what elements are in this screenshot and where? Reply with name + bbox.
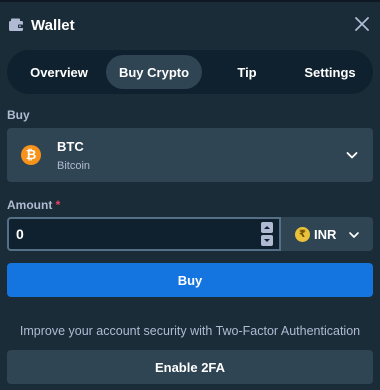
chevron-down-icon (348, 228, 360, 240)
tab-settings[interactable]: Settings (292, 55, 368, 89)
rupee-icon: ₹ (295, 226, 310, 242)
tab-overview[interactable]: Overview (12, 55, 106, 89)
tab-overview-label: Overview (30, 64, 88, 80)
coin-name: Bitcoin (57, 159, 91, 172)
wallet-icon (8, 17, 24, 33)
coin-select[interactable]: ₿ BTC Bitcoin (7, 128, 373, 182)
amount-label-text: Amount (7, 198, 53, 212)
close-icon[interactable] (354, 16, 370, 32)
amount-stepper (261, 222, 273, 246)
amount-input[interactable] (7, 217, 281, 251)
decrement-button[interactable] (261, 235, 273, 246)
coin-code: BTC (57, 138, 84, 154)
wallet-tabs: Overview Buy Crypto Tip Settings (7, 50, 373, 94)
bitcoin-icon: ₿ (21, 145, 41, 165)
tab-tip[interactable]: Tip (202, 55, 292, 89)
tab-buy-crypto[interactable]: Buy Crypto (106, 55, 202, 89)
chevron-down-icon (345, 148, 359, 162)
tab-buy-crypto-label: Buy Crypto (118, 64, 190, 80)
tab-settings-label: Settings (304, 64, 356, 80)
wallet-header: Wallet (0, 2, 380, 48)
required-mark: * (55, 198, 61, 212)
buy-label: Buy (7, 108, 30, 122)
buy-button[interactable]: Buy (7, 263, 373, 297)
tab-tip-label: Tip (237, 64, 257, 80)
increment-button[interactable] (261, 222, 273, 233)
enable-2fa-button[interactable]: Enable 2FA (7, 350, 373, 384)
currency-select[interactable]: ₹ INR (281, 217, 373, 251)
page-title: Wallet (31, 16, 75, 34)
security-message: Improve your account security with Two-F… (19, 324, 361, 338)
currency-code: INR (314, 226, 337, 242)
amount-row: ₹ INR (7, 217, 373, 251)
amount-label: Amount * (7, 198, 60, 212)
